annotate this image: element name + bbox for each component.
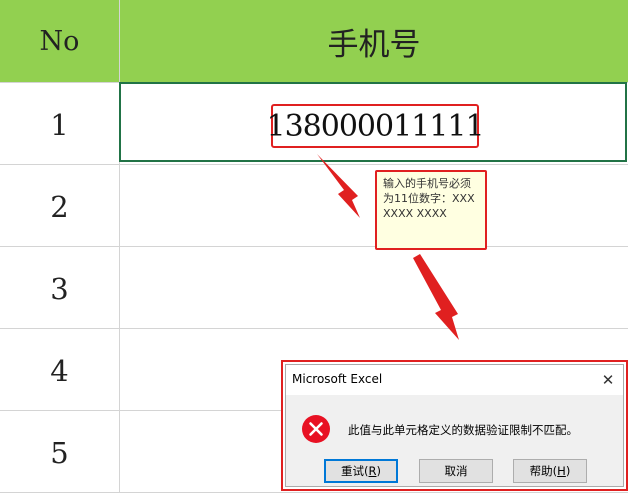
retry-button-label: 重试( (341, 464, 369, 478)
retry-button[interactable]: 重试(R) (324, 459, 398, 483)
help-button-key: H (557, 464, 566, 478)
phone-cell[interactable] (120, 166, 628, 248)
dialog-title: Microsoft Excel (292, 372, 383, 386)
row-number[interactable]: 2 (0, 166, 119, 248)
help-button[interactable]: 帮助(H) (513, 459, 587, 483)
phone-cell-value[interactable]: 138000011111 (266, 104, 485, 148)
row-number[interactable]: 3 (0, 248, 119, 330)
phone-cell[interactable] (120, 248, 628, 330)
dialog-body: 此值与此单元格定义的数据验证限制不匹配。 重试(R) 取消 帮助(H) (286, 395, 623, 486)
header-row: No 手机号 (0, 0, 628, 83)
close-icon[interactable]: ✕ (597, 369, 619, 391)
error-dialog: Microsoft Excel ✕ 此值与此单元格定义的数据验证限制不匹配。 重… (281, 360, 628, 491)
error-message: 此值与此单元格定义的数据验证限制不匹配。 (348, 423, 578, 437)
error-icon (302, 415, 330, 443)
row-number[interactable]: 5 (0, 412, 119, 494)
cancel-button-label: 取消 (444, 464, 468, 478)
help-button-label: 帮助( (529, 464, 558, 478)
row-number[interactable]: 1 (0, 84, 119, 166)
retry-button-suffix: ) (376, 464, 382, 478)
dialog-titlebar[interactable]: Microsoft Excel ✕ (286, 365, 623, 395)
help-button-suffix: ) (565, 464, 571, 478)
dialog-frame: Microsoft Excel ✕ 此值与此单元格定义的数据验证限制不匹配。 重… (285, 364, 624, 487)
column-header-no[interactable]: No (0, 0, 119, 82)
row-number[interactable]: 4 (0, 330, 119, 412)
input-message-tooltip: 输入的手机号必须为11位数字：XXX XXXX XXXX (375, 170, 487, 250)
retry-button-key: R (368, 464, 377, 478)
column-header-phone[interactable]: 手机号 (120, 0, 628, 82)
cancel-button[interactable]: 取消 (419, 459, 493, 483)
